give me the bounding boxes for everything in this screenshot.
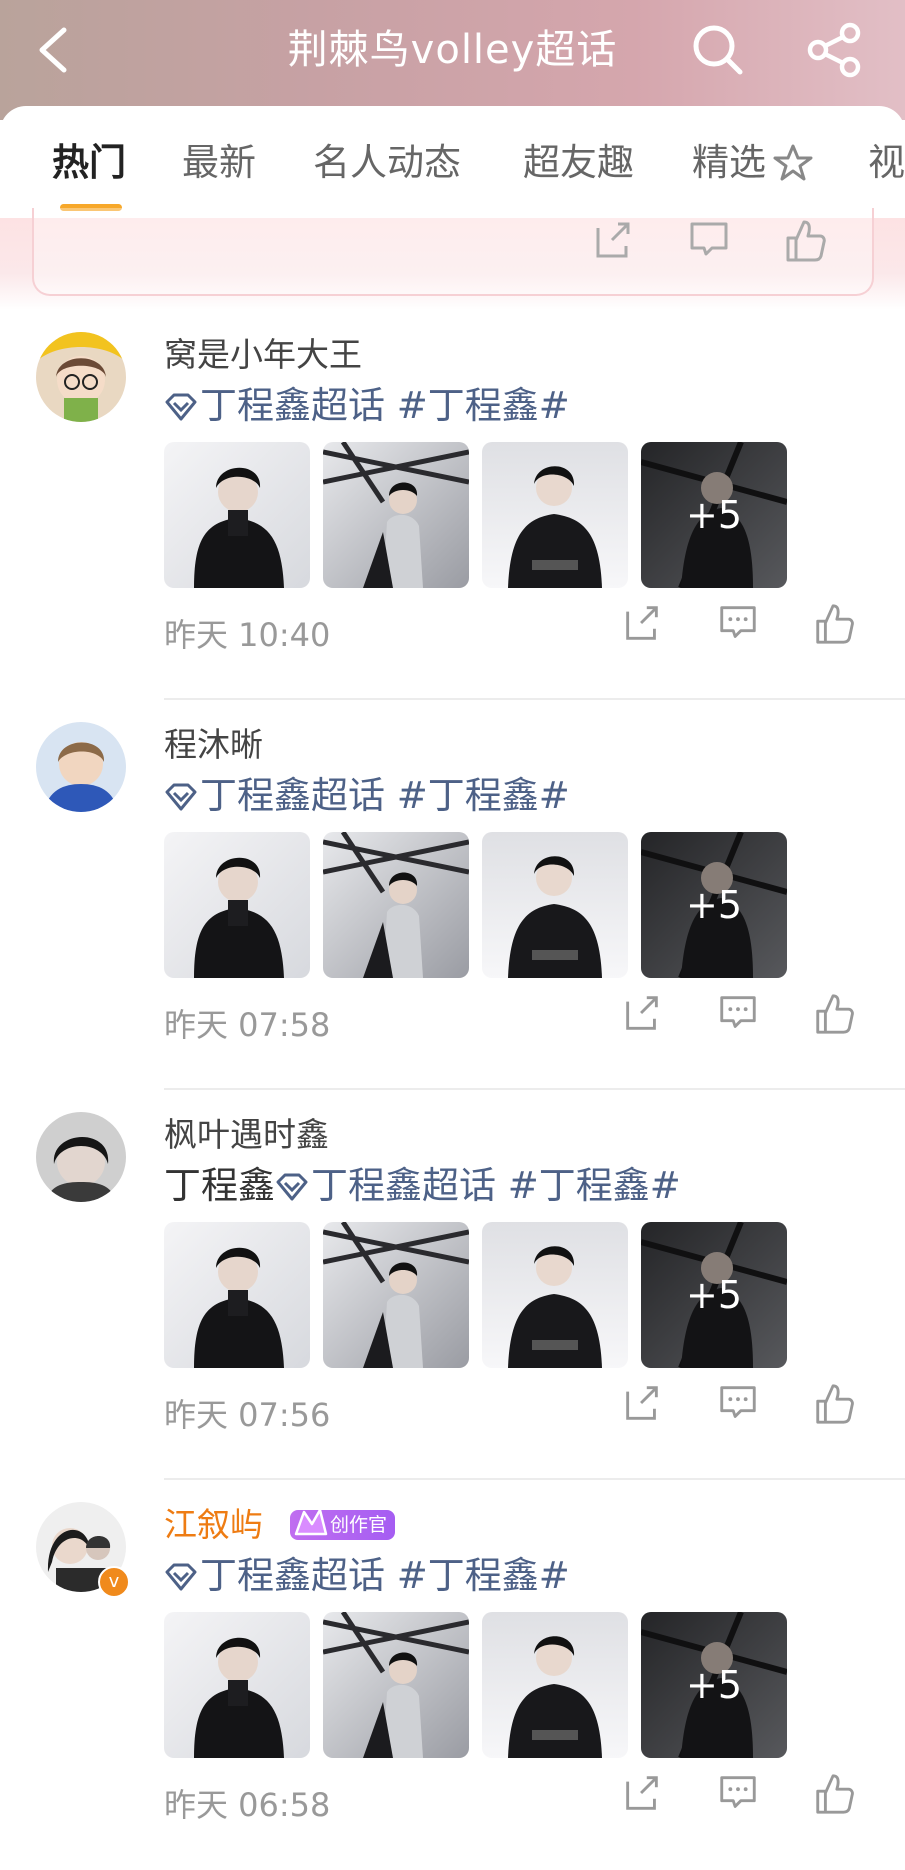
more-images-count: +5 <box>641 1222 787 1368</box>
search-icon <box>693 25 743 75</box>
hashtag-link[interactable]: #丁程鑫# <box>508 1164 681 1207</box>
image-grid: +5 <box>164 1612 904 1758</box>
like-icon[interactable] <box>812 602 856 646</box>
tab-bar: 热门 最新 名人动态 超友趣 精选 视 <box>0 106 905 218</box>
post-text: 丁程鑫超话 #丁程鑫# <box>164 380 570 432</box>
comment-icon[interactable] <box>716 1772 760 1816</box>
post-image[interactable] <box>164 442 310 588</box>
tab-friends[interactable]: 超友趣 <box>523 138 634 188</box>
image-grid: +5 <box>164 1222 904 1368</box>
post-time: 昨天 07:56 <box>164 1396 331 1434</box>
post-card[interactable]: 窝是小年大王 丁程鑫超话 #丁程鑫# +5 昨天 10:40 <box>0 310 905 700</box>
share-button[interactable] <box>804 22 864 78</box>
post-card[interactable]: v 江叙屿 创作官 丁程鑫超话 #丁程鑫# +5 昨天 06:58 <box>0 1480 905 1870</box>
more-images-count: +5 <box>641 832 787 978</box>
avatar[interactable] <box>36 332 126 422</box>
super-topic-link[interactable]: 丁程鑫超话 <box>200 384 385 427</box>
post-image[interactable] <box>482 832 628 978</box>
comment-icon[interactable] <box>686 218 732 264</box>
tab-latest[interactable]: 最新 <box>182 138 256 188</box>
tab-featured[interactable]: 精选 <box>692 138 766 188</box>
post-image[interactable] <box>164 832 310 978</box>
post-card[interactable]: 程沐晰 丁程鑫超话 #丁程鑫# +5 昨天 07:58 <box>0 700 905 1090</box>
more-images-count: +5 <box>641 442 787 588</box>
post-image[interactable] <box>323 442 469 588</box>
creator-badge-label: 创作官 <box>330 1514 388 1536</box>
super-topic-diamond-icon <box>165 1563 197 1591</box>
tab-video[interactable]: 视 <box>868 138 905 188</box>
post-image[interactable] <box>323 1612 469 1758</box>
creator-badge[interactable]: 创作官 <box>290 1508 396 1540</box>
forward-icon[interactable] <box>620 602 664 646</box>
previous-post-footer <box>0 208 905 310</box>
post-image-more[interactable]: +5 <box>641 1222 787 1368</box>
post-image[interactable] <box>482 442 628 588</box>
forward-icon[interactable] <box>620 1772 664 1816</box>
creator-badge-icon <box>294 1508 328 1536</box>
post-image[interactable] <box>164 1222 310 1368</box>
avatar[interactable] <box>36 722 126 812</box>
post-image[interactable] <box>482 1612 628 1758</box>
super-topic-link[interactable]: 丁程鑫超话 <box>200 1554 385 1597</box>
super-topic-link[interactable]: 丁程鑫超话 <box>200 774 385 817</box>
forward-icon[interactable] <box>590 218 636 264</box>
post-time: 昨天 07:58 <box>164 1006 331 1044</box>
more-images-count: +5 <box>641 1612 787 1758</box>
super-topic-diamond-icon <box>165 783 197 811</box>
image-grid: +5 <box>164 442 904 588</box>
comment-icon[interactable] <box>716 602 760 646</box>
avatar[interactable] <box>36 1112 126 1202</box>
like-icon[interactable] <box>782 218 828 264</box>
previous-post-card <box>32 208 874 296</box>
username[interactable]: 窝是小年大王 <box>164 328 362 376</box>
forward-icon[interactable] <box>620 1382 664 1426</box>
search-button[interactable] <box>690 22 746 78</box>
super-topic-link[interactable]: 丁程鑫超话 <box>311 1164 496 1207</box>
post-text: 丁程鑫超话 #丁程鑫# <box>164 770 570 822</box>
hashtag-link[interactable]: #丁程鑫# <box>397 384 570 427</box>
post-time: 昨天 10:40 <box>164 616 331 654</box>
forward-icon[interactable] <box>620 992 664 1036</box>
hashtag-link[interactable]: #丁程鑫# <box>397 774 570 817</box>
star-badge-icon <box>773 144 813 181</box>
post-image[interactable] <box>323 832 469 978</box>
tab-hot[interactable]: 热门 <box>52 138 126 188</box>
post-image[interactable] <box>323 1222 469 1368</box>
super-topic-diamond-icon <box>165 393 197 421</box>
post-text-prefix: 丁程鑫 <box>164 1164 275 1207</box>
post-image-more[interactable]: +5 <box>641 832 787 978</box>
like-icon[interactable] <box>812 1772 856 1816</box>
post-image[interactable] <box>164 1612 310 1758</box>
post-image[interactable] <box>482 1222 628 1368</box>
post-text: 丁程鑫 丁程鑫超话 #丁程鑫# <box>164 1160 681 1212</box>
username[interactable]: 程沐晰 <box>164 718 263 766</box>
comment-icon[interactable] <box>716 992 760 1036</box>
tab-celebrity[interactable]: 名人动态 <box>313 138 461 188</box>
like-icon[interactable] <box>812 992 856 1036</box>
verified-badge-icon: v <box>98 1566 130 1598</box>
post-time: 昨天 06:58 <box>164 1786 331 1824</box>
page-title: 荆棘鸟volley超话 <box>287 27 618 73</box>
hashtag-link[interactable]: #丁程鑫# <box>397 1554 570 1597</box>
super-topic-diamond-icon <box>276 1173 308 1201</box>
share-icon <box>807 22 861 78</box>
post-text: 丁程鑫超话 #丁程鑫# <box>164 1550 570 1602</box>
comment-icon[interactable] <box>716 1382 760 1426</box>
post-image-more[interactable]: +5 <box>641 442 787 588</box>
top-bar: 荆棘鸟volley超话 <box>0 0 905 120</box>
post-card[interactable]: 枫叶遇时鑫 丁程鑫 丁程鑫超话 #丁程鑫# +5 昨天 07:56 <box>0 1090 905 1480</box>
username[interactable]: 枫叶遇时鑫 <box>164 1108 329 1156</box>
like-icon[interactable] <box>812 1382 856 1426</box>
post-image-more[interactable]: +5 <box>641 1612 787 1758</box>
image-grid: +5 <box>164 832 904 978</box>
username[interactable]: 江叙屿 <box>164 1498 263 1546</box>
